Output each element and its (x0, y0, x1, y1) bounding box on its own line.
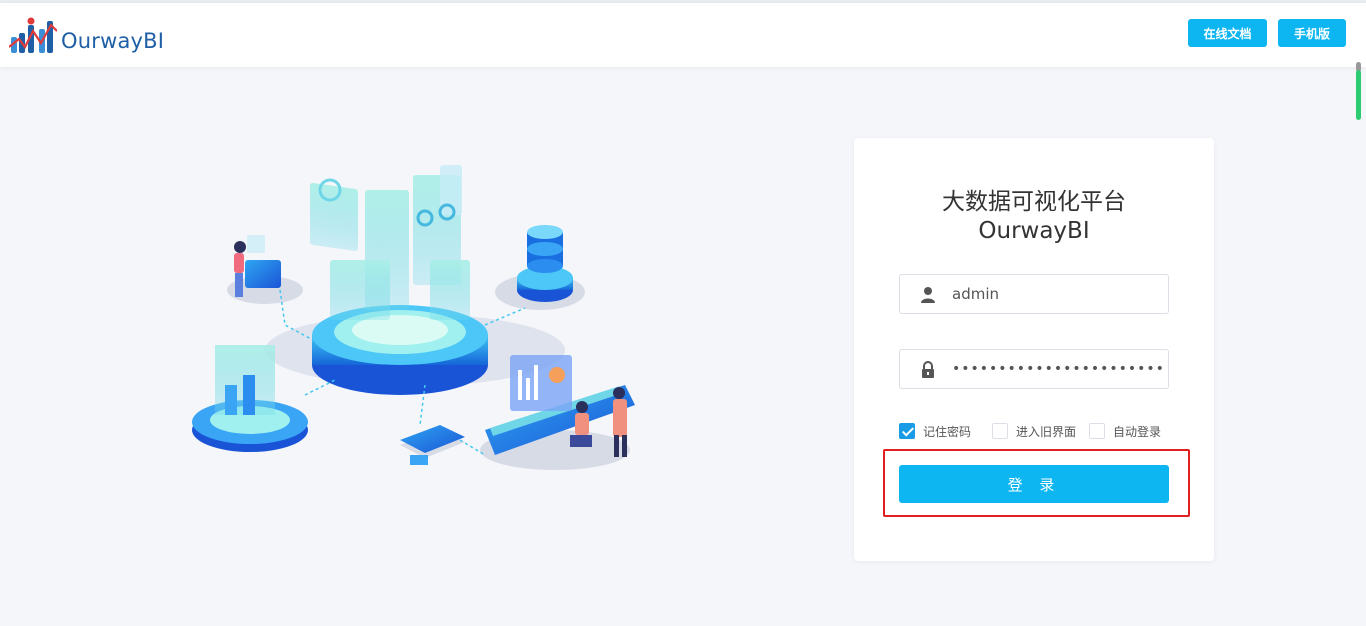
remember-password-checkbox[interactable]: 记住密码 (899, 422, 971, 440)
auto-login-checkbox[interactable]: 自动登录 (1089, 422, 1161, 440)
top-header: OurwayBI 在线文档 手机版 (0, 3, 1366, 67)
mobile-version-button[interactable]: 手机版 (1278, 19, 1346, 47)
login-title-en: OurwayBI (978, 218, 1090, 244)
login-title-cn: 大数据可视化平台 (942, 189, 1126, 215)
password-field[interactable] (899, 349, 1169, 389)
login-options: 记住密码 进入旧界面 自动登录 (899, 422, 1179, 442)
old-interface-checkbox[interactable]: 进入旧界面 (992, 422, 1076, 440)
username-field[interactable] (899, 274, 1169, 314)
lock-icon (922, 361, 934, 378)
data-platform-illustration (192, 165, 635, 470)
login-button[interactable]: 登 录 (899, 465, 1169, 503)
scrollbar-thumb[interactable] (1356, 70, 1361, 120)
remember-password-label: 记住密码 (923, 424, 972, 439)
online-docs-button[interactable]: 在线文档 (1188, 19, 1267, 47)
username-input[interactable] (952, 275, 1162, 313)
checkbox-checked-icon[interactable] (899, 423, 915, 439)
password-input[interactable] (952, 350, 1162, 388)
old-interface-label: 进入旧界面 (1016, 424, 1077, 439)
checkbox-unchecked-icon[interactable] (1089, 423, 1105, 439)
checkbox-unchecked-icon[interactable] (992, 423, 1008, 439)
brand-name: OurwayBI (61, 29, 165, 53)
login-card: 大数据可视化平台 OurwayBI 记住密码 进入旧界面 自动登录 登 录 (854, 138, 1214, 561)
user-icon (921, 287, 935, 303)
auto-login-label: 自动登录 (1113, 424, 1162, 439)
ourwaybi-logo-icon (9, 17, 57, 53)
